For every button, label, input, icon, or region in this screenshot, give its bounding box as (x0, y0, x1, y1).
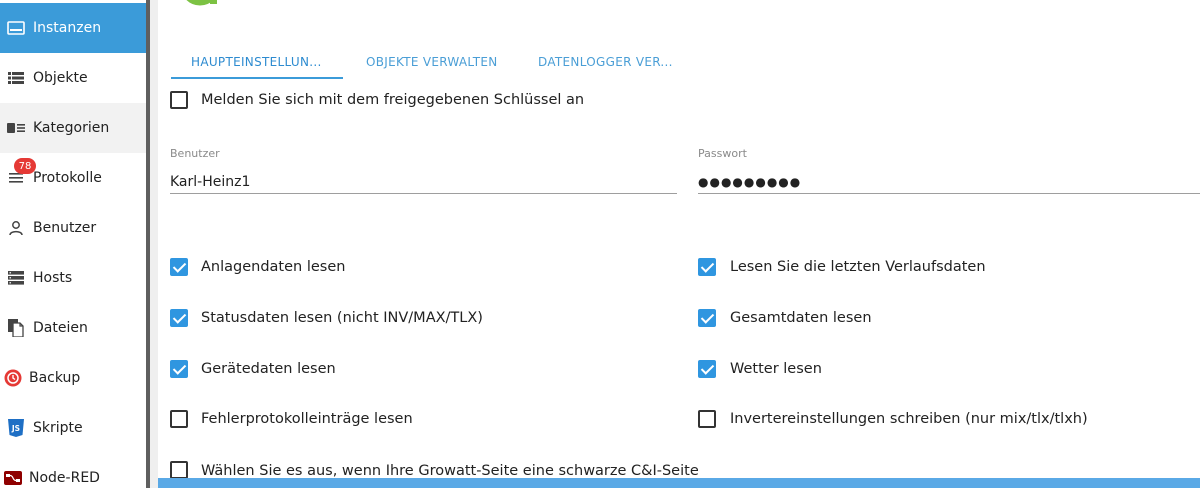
sidebar-item-dateien[interactable]: Dateien (0, 303, 146, 353)
bottom-action-bar (158, 478, 1200, 488)
option-ci-page-checkbox[interactable] (170, 461, 188, 479)
sidebar-item-label: Objekte (33, 70, 88, 86)
sidebar-item-label: Kategorien (33, 120, 110, 136)
password-input[interactable] (698, 170, 1200, 194)
option-geraetedaten-checkbox[interactable] (170, 360, 188, 378)
option-wetter-label: Wetter lesen (730, 361, 822, 377)
sidebar-item-protokolle[interactable]: Protokolle 78 (0, 153, 146, 203)
sidebar-item-label: Backup (29, 370, 81, 386)
iobroker-logo-icon (760, 0, 860, 6)
option-verlaufsdaten-label: Lesen Sie die letzten Verlaufsdaten (730, 259, 986, 275)
files-icon (7, 319, 25, 337)
user-input[interactable] (170, 170, 677, 194)
sidebar: Instanzen Objekte Kategorien Protokolle … (0, 0, 146, 488)
sidebar-item-label: Protokolle (33, 170, 102, 186)
notification-badge: 78 (14, 158, 36, 174)
sidebar-item-label: Benutzer (33, 220, 97, 236)
tab-objekte-verwalten[interactable]: OBJEKTE VERWALTEN (366, 46, 498, 78)
option-gesamtdaten-label: Gesamtdaten lesen (730, 310, 872, 326)
sidebar-item-benutzer[interactable]: Benutzer (0, 203, 146, 253)
sidebar-item-label: Hosts (33, 270, 73, 286)
option-statusdaten-label: Statusdaten lesen (nicht INV/MAX/TLX) (201, 310, 483, 326)
js-icon: JS (7, 419, 25, 437)
user-icon (7, 219, 25, 237)
sidebar-item-label: Instanzen (33, 20, 102, 36)
sidebar-item-label: Skripte (33, 420, 83, 436)
sidebar-item-hosts[interactable]: Hosts (0, 253, 146, 303)
backup-icon (4, 369, 22, 387)
option-gesamtdaten-checkbox[interactable] (698, 309, 716, 327)
option-anlagendaten-checkbox[interactable] (170, 258, 188, 276)
option-geraetedaten-label: Gerätedaten lesen (201, 361, 336, 377)
sidebar-item-skripte[interactable]: JS Skripte (0, 403, 146, 453)
shared-key-label: Melden Sie sich mit dem freigegebenen Sc… (201, 92, 585, 108)
shared-key-checkbox[interactable] (170, 91, 188, 109)
option-fehlerprotokoll-checkbox[interactable] (170, 410, 188, 428)
sidebar-item-backup[interactable]: Backup (0, 353, 146, 403)
option-wetter-checkbox[interactable] (698, 360, 716, 378)
sidebar-item-kategorien[interactable]: Kategorien (0, 103, 146, 153)
adapter-logo-icon (186, 0, 217, 6)
option-inverter-write-checkbox[interactable] (698, 410, 716, 428)
node-red-icon (4, 469, 22, 487)
option-fehlerprotokoll-label: Fehlerprotokolleinträge lesen (201, 411, 413, 427)
categories-icon (7, 119, 25, 137)
instances-icon (7, 19, 25, 37)
sidebar-item-objekte[interactable]: Objekte (0, 53, 146, 103)
tab-datenlogger[interactable]: DATENLOGGER VER... (538, 46, 673, 78)
option-inverter-write-label: Invertereinstellungen schreiben (nur mix… (730, 411, 1088, 427)
sidebar-item-node-red[interactable]: Node-RED (0, 453, 146, 503)
password-field-label: Passwort (698, 147, 747, 160)
option-verlaufsdaten-checkbox[interactable] (698, 258, 716, 276)
user-field-label: Benutzer (170, 147, 220, 160)
sidebar-item-instanzen[interactable]: Instanzen (0, 3, 146, 53)
content-gutter (150, 0, 158, 488)
svg-text:JS: JS (11, 424, 20, 433)
sidebar-item-label: Dateien (33, 320, 88, 336)
option-ci-page-label: Wählen Sie es aus, wenn Ihre Growatt-Sei… (201, 463, 699, 479)
active-tab-indicator (171, 77, 343, 79)
list-icon (7, 69, 25, 87)
tab-haupteinstellungen[interactable]: HAUPTEINSTELLUN... (191, 46, 322, 78)
option-anlagendaten-label: Anlagendaten lesen (201, 259, 346, 275)
sidebar-item-label: Node-RED (29, 470, 100, 486)
option-statusdaten-checkbox[interactable] (170, 309, 188, 327)
hosts-icon (7, 269, 25, 287)
